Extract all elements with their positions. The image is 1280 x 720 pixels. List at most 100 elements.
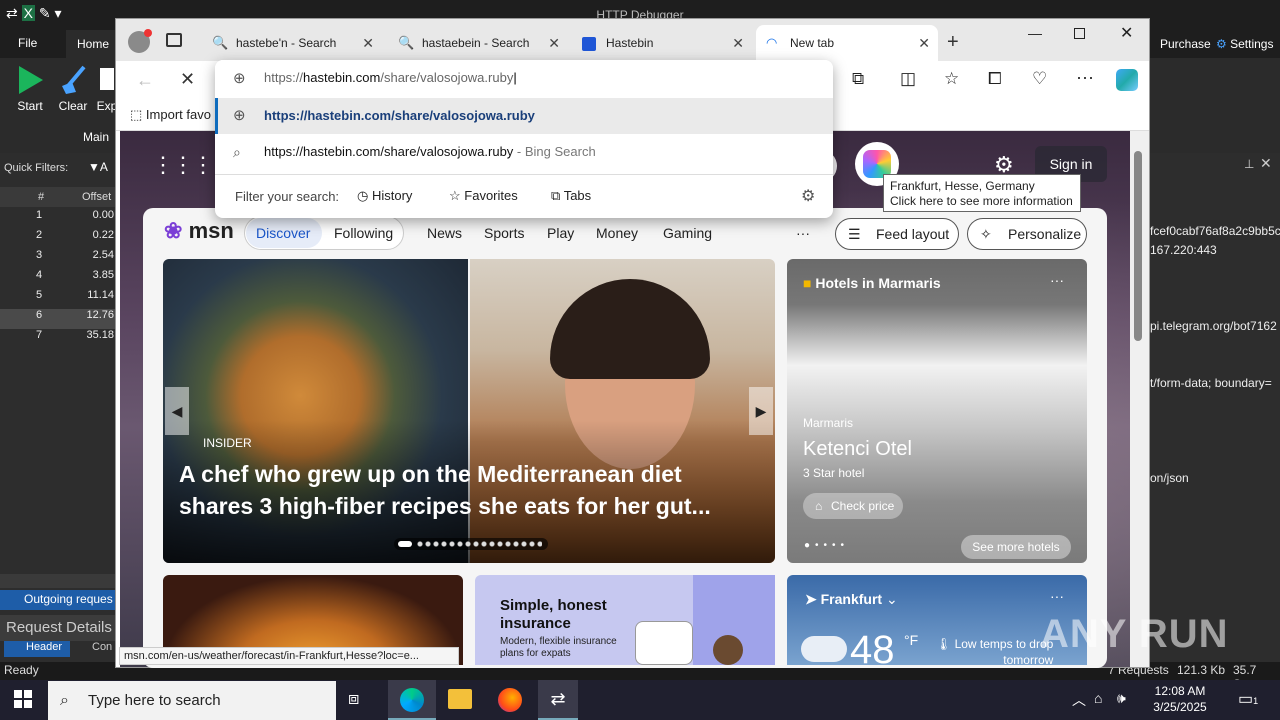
new-tab-icon[interactable]: + [947,31,959,54]
check-price-button[interactable]: ⌂ Check price [803,493,903,519]
star-icon: ☆ [449,188,461,203]
scroll-thumb[interactable] [1134,151,1142,341]
request-details-title: Request Details [0,615,118,641]
row-number: 2 [36,229,43,241]
tabs-icon: ⧉ [551,188,561,203]
tray-chevron-icon[interactable]: ︿ [1072,690,1086,710]
table-row[interactable]: 6 12.76 [0,309,118,329]
filter-history[interactable]: ◷ History [357,188,412,204]
page-scrollbar[interactable] [1130,131,1149,667]
table-header: # Offset [0,187,118,207]
table-row[interactable]: 7 35.18 [0,329,118,349]
profile-avatar[interactable] [128,29,152,53]
file-explorer-icon[interactable] [448,689,472,709]
close-tab-icon[interactable]: ✕ [732,25,744,61]
nav-money[interactable]: Money [596,225,638,241]
hero-headline[interactable]: A chef who grew up on the Mediterranean … [179,458,769,522]
filter-tabs[interactable]: ⧉ Tabs [551,188,591,204]
close-tab-icon[interactable]: ✕ [918,25,930,61]
purchase-button[interactable]: Purchase [1160,37,1211,51]
nav-more[interactable]: ··· [796,225,810,241]
table-row[interactable]: 4 3.85 [0,269,118,289]
close-icon[interactable]: ✕ [1260,155,1272,172]
http-debugger-taskbar-icon[interactable]: ⇄ [538,680,578,720]
gear-icon: ⚙ [1216,37,1227,51]
weather-more-icon[interactable]: ··· [1050,588,1064,604]
hotels-more-icon[interactable]: ··· [1050,272,1064,288]
minimize-icon[interactable]: — [1028,25,1042,41]
nav-news[interactable]: News [427,225,462,241]
tab-search-2[interactable]: 🔍 hastaebein - Search ✕ [388,25,568,61]
row-number: 3 [36,249,43,261]
clock[interactable]: 12:08 AM 3/25/2025 [1140,683,1220,715]
filter-icon[interactable]: ▼A [88,160,108,174]
row-number: 5 [36,289,43,301]
tab-home[interactable]: Home [66,30,118,58]
tab-actions-icon[interactable] [166,33,182,47]
weather-city[interactable]: ➤ Frankfurt ⌄ [805,591,898,608]
task-view-icon[interactable]: ⧈ [348,688,359,709]
search-icon: ⌕ [60,692,69,709]
volume-icon[interactable]: 🕪 [1117,690,1126,707]
msn-logo[interactable]: ❀ msn [164,218,234,244]
favorites-icon[interactable]: ☆ [944,69,959,89]
settings-button[interactable]: ⚙ Settings [1216,37,1273,51]
close-tab-icon[interactable]: ✕ [548,25,560,61]
split-screen-icon[interactable]: ◫ [900,69,916,89]
table-row[interactable]: 3 2.54 [0,249,118,269]
taskbar-search[interactable]: ⌕ Type here to search [48,681,336,720]
row-number: 7 [36,329,43,341]
tab-new-tab[interactable]: ◠ New tab ✕ [756,25,938,61]
address-input[interactable]: https://hastebin.com/share/valosojowa.ru… [264,70,517,85]
collections-icon[interactable]: ⧠ [988,69,1002,89]
personalize-button[interactable]: ✧ Personalize [967,218,1087,250]
search-settings-icon[interactable]: ⚙ [801,186,815,206]
suggestion-search[interactable]: ⌕ https://hastebin.com/share/valosojowa.… [215,134,833,170]
extensions-icon[interactable]: ⧉ [852,69,864,89]
h-scrollbar[interactable] [0,574,118,588]
search-icon: ⌕ [233,144,241,160]
feed-layout-button[interactable]: ☰ Feed layout [835,218,959,250]
hero-next-button[interactable]: ▶ [749,387,773,435]
close-tab-icon[interactable]: ✕ [362,25,374,61]
stop-icon[interactable]: ✕ [180,69,195,90]
nav-sports[interactable]: Sports [484,225,524,241]
suggestion-url[interactable]: ⊕ https://hastebin.com/share/valosojowa.… [215,98,833,134]
outgoing-requests-tab[interactable]: Outgoing reques [0,590,118,610]
network-icon[interactable]: ⌂ [1094,690,1102,706]
table-row[interactable]: 5 11.14 [0,289,118,309]
copilot-icon[interactable] [1116,69,1138,91]
start-button[interactable]: Start [14,64,46,113]
nav-gaming[interactable]: Gaming [663,225,712,241]
windows-start-icon[interactable] [14,690,32,708]
performance-icon[interactable]: ♡ [1032,69,1047,89]
header-tab[interactable]: Header [4,641,70,657]
apps-launcher-icon[interactable]: ⋮⋮⋮ [152,152,214,178]
pin-icon[interactable]: ⊥ [1244,157,1254,171]
close-window-icon[interactable]: ✕ [1120,23,1133,43]
tab-search-1[interactable]: 🔍 hastebe'n - Search ✕ [202,25,382,61]
filter-favorites[interactable]: ☆ Favorites [449,188,518,204]
notifications-icon[interactable]: ▭1 [1238,689,1258,709]
firefox-icon[interactable] [498,688,522,712]
table-row[interactable]: 1 0.00 [0,209,118,229]
edge-taskbar-icon[interactable] [388,680,436,720]
nav-following[interactable]: Following [334,225,393,241]
location-tooltip: Frankfurt, Hesse, Germany Click here to … [883,174,1081,212]
address-bar[interactable]: ⊕ https://hastebin.com/share/valosojowa.… [215,60,833,96]
table-row[interactable]: 2 0.22 [0,229,118,249]
nav-play[interactable]: Play [547,225,574,241]
hero-prev-button[interactable]: ◀ [165,387,189,435]
back-icon[interactable]: ← [136,70,154,91]
tab-hastebin[interactable]: Hastebin ✕ [572,25,752,61]
maximize-icon[interactable] [1074,28,1085,39]
import-favorites-link[interactable]: ⬚ Import favo [130,107,211,123]
hero-pager[interactable] [394,538,548,550]
tab-file[interactable]: File [18,36,37,50]
hotel-pager[interactable]: ●•••• [804,540,849,551]
see-more-hotels-button[interactable]: See more hotels [961,535,1071,559]
clear-button[interactable]: Clear [56,64,90,113]
content-tab[interactable]: Con [74,641,112,653]
nav-discover[interactable]: Discover [256,225,310,241]
more-icon[interactable]: ··· [1076,67,1094,88]
